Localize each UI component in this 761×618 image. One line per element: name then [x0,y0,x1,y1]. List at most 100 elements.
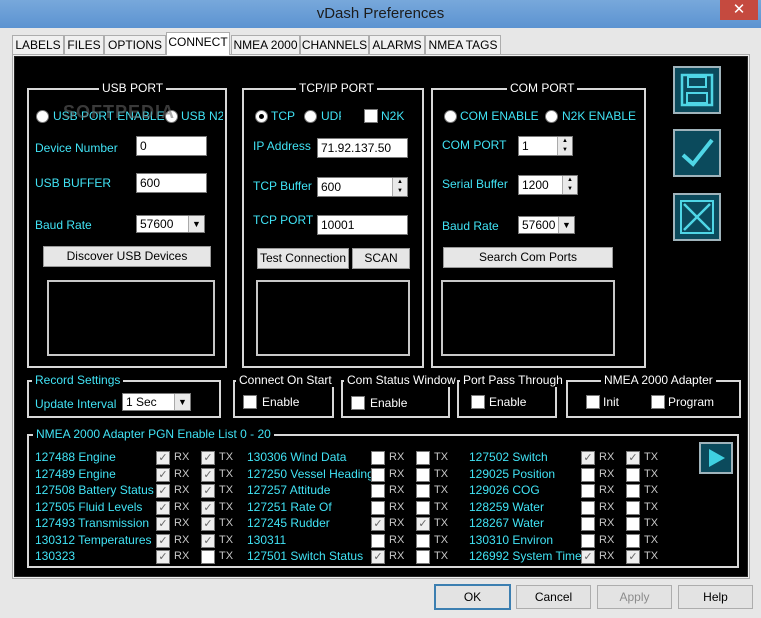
search-com-ports-button[interactable]: Search Com Ports [443,247,613,268]
com-status-window-checkbox[interactable] [351,396,365,410]
pgn-tx-label: TX [219,550,234,562]
pgn-tx-checkbox[interactable]: ✓ [201,517,215,531]
pgn-rx-checkbox[interactable]: ✓ [156,468,170,482]
discover-usb-devices-button[interactable]: Discover USB Devices [43,246,211,267]
cancel-x-icon[interactable] [673,193,721,241]
tab-nmea-2000[interactable]: NMEA 2000 [231,35,300,54]
spinner-arrows-icon[interactable]: ▲ ▼ [562,176,577,194]
chevron-down-icon[interactable]: ▼ [188,216,204,232]
tab-files[interactable]: FILES [64,35,104,54]
tab-alarms[interactable]: ALARMS [369,35,425,54]
pgn-rx-checkbox[interactable] [371,451,385,465]
serial-buffer-input[interactable]: 1200 ▲ ▼ [518,175,578,195]
update-interval-select[interactable]: 1 Sec ▼ [122,393,191,411]
pgn-rx-checkbox[interactable]: ✓ [156,484,170,498]
com-port-input[interactable]: 1 ▲ ▼ [518,136,573,156]
pgn-tx-checkbox[interactable]: ✓ [201,534,215,548]
test-connection-button[interactable]: Test Connection [257,248,349,269]
usb-devices-list[interactable] [47,280,215,356]
pgn-rx-label: RX [174,451,190,463]
pgn-rx-checkbox[interactable]: ✓ [156,451,170,465]
pgn-rx-checkbox[interactable]: ✓ [581,451,595,465]
connect-on-start-checkbox[interactable] [243,395,257,409]
pgn-rx-checkbox[interactable]: ✓ [371,550,385,564]
scan-button[interactable]: SCAN [352,248,410,269]
spinner-arrows-icon[interactable]: ▲ ▼ [392,178,407,196]
pgn-name: 127505 Fluid Levels [35,500,143,514]
pgn-tx-label: TX [434,484,449,496]
tab-channels[interactable]: CHANNELS [300,35,369,54]
udp-radio[interactable] [304,110,317,123]
pgn-tx-checkbox[interactable]: ✓ [201,451,215,465]
adapter-program-checkbox[interactable] [651,395,665,409]
port-pass-through-checkbox[interactable] [471,395,485,409]
usb-baud-select[interactable]: 57600 ▼ [136,215,205,233]
ok-button[interactable]: OK [434,584,511,610]
pgn-tx-checkbox[interactable] [626,468,640,482]
pgn-tx-checkbox[interactable] [416,534,430,548]
tab-nmea-tags[interactable]: NMEA TAGS [425,35,501,54]
device-number-input[interactable]: 0 [136,136,207,156]
tab-options[interactable]: OPTIONS [104,35,166,54]
pgn-tx-checkbox[interactable] [416,451,430,465]
pgn-tx-checkbox[interactable] [626,517,640,531]
com-n2k-enable-radio[interactable] [545,110,558,123]
pgn-tx-checkbox[interactable] [416,550,430,564]
help-button[interactable]: Help [678,585,753,609]
tcp-devices-list[interactable] [256,280,410,356]
pgn-rx-checkbox[interactable] [581,534,595,548]
chevron-down-icon[interactable]: ▼ [558,217,574,233]
pgn-rx-checkbox[interactable] [581,468,595,482]
pgn-tx-checkbox[interactable] [416,484,430,498]
com-ports-list[interactable] [441,280,615,356]
com-enable-radio[interactable] [444,110,457,123]
pgn-tx-checkbox[interactable]: ✓ [201,468,215,482]
pgn-rx-checkbox[interactable]: ✓ [371,517,385,531]
pgn-tx-checkbox[interactable] [416,501,430,515]
close-button[interactable]: ✕ [720,0,758,20]
pgn-tx-checkbox[interactable]: ✓ [416,517,430,531]
tcp-radio[interactable] [255,110,268,123]
pgn-rx-checkbox[interactable]: ✓ [581,550,595,564]
cancel-button[interactable]: Cancel [516,585,591,609]
tcp-buffer-input[interactable]: 600 ▲ ▼ [317,177,408,197]
pgn-rx-checkbox[interactable] [581,501,595,515]
pgn-tx-checkbox[interactable] [416,468,430,482]
pgn-rx-checkbox[interactable]: ✓ [156,501,170,515]
pgn-rx-checkbox[interactable] [371,534,385,548]
usb-port-enable-radio[interactable] [36,110,49,123]
pgn-rx-checkbox[interactable] [371,468,385,482]
pgn-tx-checkbox[interactable]: ✓ [626,550,640,564]
pgn-enable-list-title: NMEA 2000 Adapter PGN Enable List 0 - 20 [33,427,274,441]
pgn-rx-checkbox[interactable] [371,484,385,498]
pgn-tx-checkbox[interactable] [626,534,640,548]
save-icon[interactable] [673,66,721,114]
tab-labels[interactable]: LABELS [12,35,64,54]
pgn-rx-checkbox[interactable]: ✓ [156,534,170,548]
pgn-rx-checkbox[interactable] [581,484,595,498]
com-baud-select[interactable]: 57600 ▼ [518,216,575,234]
spinner-arrows-icon[interactable]: ▲ ▼ [557,137,572,155]
preferences-window: vDash Preferences ✕ LABELS FILES OPTIONS… [0,0,761,618]
pgn-tx-label: TX [644,501,659,513]
tcp-n2k-checkbox[interactable] [364,109,378,123]
apply-button[interactable]: Apply [597,585,672,609]
pgn-tx-checkbox[interactable] [201,550,215,564]
pgn-rx-checkbox[interactable] [581,517,595,531]
usb-buffer-input[interactable]: 600 [136,173,207,193]
pgn-rx-checkbox[interactable] [371,501,385,515]
pgn-tx-checkbox[interactable]: ✓ [201,501,215,515]
next-page-arrow-icon[interactable] [699,442,733,474]
pgn-tx-checkbox[interactable]: ✓ [201,484,215,498]
adapter-init-checkbox[interactable] [586,395,600,409]
pgn-tx-checkbox[interactable] [626,501,640,515]
pgn-rx-checkbox[interactable]: ✓ [156,550,170,564]
checkmark-icon[interactable] [673,129,721,177]
pgn-tx-checkbox[interactable] [626,484,640,498]
pgn-tx-checkbox[interactable]: ✓ [626,451,640,465]
tcp-port-input[interactable]: 10001 [317,215,408,235]
tab-connect[interactable]: CONNECT [166,32,230,55]
chevron-down-icon[interactable]: ▼ [174,394,190,410]
pgn-rx-checkbox[interactable]: ✓ [156,517,170,531]
ip-address-input[interactable]: 71.92.137.50 [317,138,408,158]
